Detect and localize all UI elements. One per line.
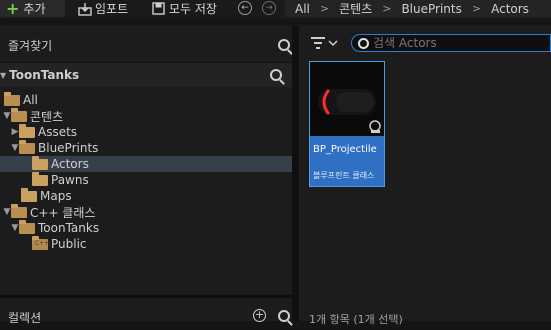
save-all-label: 모두 저장: [169, 2, 217, 16]
add-button[interactable]: + 추가: [0, 0, 65, 17]
import-button[interactable]: 임포트: [78, 0, 128, 17]
import-label: 임포트: [95, 2, 129, 16]
sources-panel: 즐겨찾기 ▼ ToonTanks All ▼ 콘텐츠 ▶ Assets ▼ Bl…: [0, 25, 324, 325]
search-icon[interactable]: [278, 39, 290, 51]
back-arrow-icon: ←: [238, 1, 252, 15]
tree-item-label: Actors: [51, 157, 89, 171]
tree-item-label: Public: [51, 237, 87, 251]
breadcrumb: All > 콘텐츠 > BluePrints > Actors: [285, 0, 551, 17]
add-collection-icon[interactable]: +: [253, 309, 266, 322]
breadcrumb-item[interactable]: Actors: [491, 2, 529, 16]
back-button[interactable]: ←: [238, 1, 252, 15]
folder-icon: [21, 187, 37, 202]
filter-icon: [311, 37, 338, 49]
tree-item-toontanks[interactable]: ▼ ToonTanks: [0, 219, 303, 236]
folder-open-icon: [11, 203, 27, 218]
projectile-preview-icon: [318, 89, 381, 133]
tree-item-maps[interactable]: Maps: [0, 187, 313, 204]
folder-open-icon: [19, 219, 35, 234]
asset-search-field[interactable]: [351, 34, 551, 52]
save-all-button[interactable]: 모두 저장: [152, 0, 217, 17]
import-icon: [78, 2, 92, 16]
tree-item-label: BluePrints: [38, 141, 99, 155]
cpp-folder-icon: [32, 235, 49, 250]
chevron-down-icon[interactable]: ▼: [3, 207, 11, 217]
tree-item-content[interactable]: ▼ 콘텐츠: [0, 107, 295, 124]
tree-item-all[interactable]: All: [0, 91, 296, 108]
tree-item-label: Assets: [38, 125, 78, 139]
tree-item-label: 콘텐츠: [30, 109, 64, 124]
tree-item-label: Maps: [40, 189, 72, 203]
chevron-down-icon[interactable]: ▼: [11, 223, 19, 233]
breadcrumb-item[interactable]: All: [295, 2, 310, 16]
toolbar: + 추가 임포트 모두 저장 ← → All > 콘텐츠 > BluePrint…: [0, 0, 551, 19]
add-button-label: 추가: [23, 2, 46, 16]
forward-arrow-icon: →: [262, 1, 276, 15]
folder-open-icon: [4, 91, 20, 106]
divider: [0, 295, 292, 298]
project-header[interactable]: ▼ ToonTanks: [0, 63, 292, 87]
tree-item-blueprints[interactable]: ▼ BluePrints: [0, 139, 303, 156]
tree-item-assets[interactable]: ▶ Assets: [0, 123, 303, 140]
chevron-down-icon[interactable]: ▼: [3, 111, 11, 121]
asset-name: BP_Projectile: [313, 144, 377, 155]
chevron-right-icon[interactable]: ▶: [11, 127, 19, 137]
tree-item-label: Pawns: [51, 173, 89, 187]
breadcrumb-item[interactable]: BluePrints: [401, 2, 461, 16]
folder-icon: [32, 155, 48, 170]
project-title: ToonTanks: [9, 68, 80, 82]
tree-item-public[interactable]: Public: [0, 235, 324, 252]
asset-tile[interactable]: BP_Projectile 블루프린트 클래스: [309, 61, 385, 187]
tree-item-pawns[interactable]: Pawns: [0, 171, 324, 188]
tree-item-label: C++ 클래스: [30, 205, 96, 220]
filter-button[interactable]: [311, 37, 339, 52]
chevron-right-icon: >: [319, 2, 330, 15]
collections-title: 컬렉션: [8, 310, 42, 325]
folder-icon: [19, 123, 35, 138]
search-icon[interactable]: [270, 69, 282, 81]
content-panel: BP_Projectile 블루프린트 클래스 1개 항목 (1개 선택): [299, 25, 551, 326]
collections-header[interactable]: 컬렉션 +: [0, 304, 300, 330]
tree-item-label: ToonTanks: [38, 221, 100, 235]
favorites-header[interactable]: 즐겨찾기: [0, 32, 300, 58]
tree-item-actors[interactable]: Actors: [0, 155, 324, 172]
folder-open-icon: [19, 139, 35, 154]
chevron-down-icon: ▼: [0, 70, 7, 80]
asset-thumbnail: [310, 62, 384, 136]
breadcrumb-item[interactable]: 콘텐츠: [339, 0, 372, 17]
folder-icon: [32, 171, 48, 186]
search-icon[interactable]: [278, 310, 290, 322]
asset-info: BP_Projectile 블루프린트 클래스: [310, 136, 384, 186]
forward-button[interactable]: →: [262, 1, 276, 15]
chevron-right-icon: >: [382, 2, 392, 15]
save-icon: [152, 2, 165, 15]
chevron-right-icon: >: [471, 2, 482, 15]
search-icon: [358, 37, 369, 49]
favorites-title: 즐겨찾기: [8, 38, 53, 53]
plus-icon: +: [6, 0, 20, 18]
panel-splitter[interactable]: [292, 25, 299, 321]
tree-item-cpp-classes[interactable]: ▼ C++ 클래스: [0, 203, 295, 220]
chevron-down-icon[interactable]: ▼: [11, 143, 19, 153]
item-count-status: 1개 항목 (1개 선택): [309, 313, 403, 326]
asset-type: 블루프린트 클래스: [313, 171, 375, 180]
search-input[interactable]: [369, 36, 533, 50]
folder-open-icon: [11, 107, 27, 122]
tree-item-label: All: [23, 93, 38, 107]
